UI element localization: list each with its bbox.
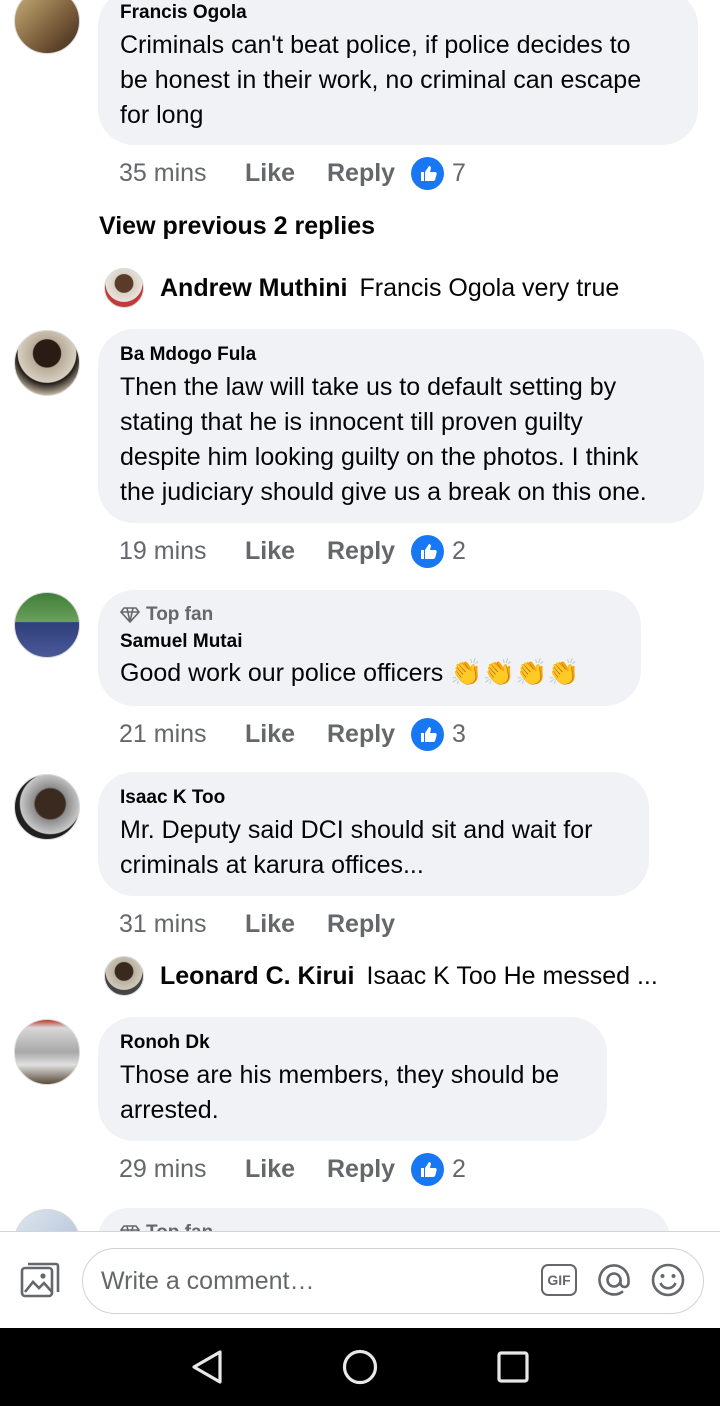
comment-text-line: Good work our police officers 👏👏👏👏	[120, 655, 619, 691]
thumbs-up-icon[interactable]	[411, 717, 444, 751]
back-icon[interactable]	[190, 1349, 224, 1390]
comment-bubble: Isaac K Too Mr. Deputy said DCI should s…	[98, 772, 649, 896]
comment-text: Good work our police officers	[120, 659, 444, 687]
comment-author[interactable]: Isaac K Too	[120, 787, 627, 809]
avatar[interactable]	[14, 592, 80, 658]
reply-button[interactable]: Reply	[327, 159, 411, 188]
reply-button[interactable]: Reply	[327, 537, 411, 566]
avatar[interactable]	[14, 774, 80, 840]
comment-text: Those are his members, they should be	[120, 1061, 560, 1089]
avatar[interactable]	[14, 1019, 80, 1085]
like-button[interactable]: Like	[245, 910, 327, 939]
diamond-icon	[120, 607, 140, 623]
like-button[interactable]: Like	[245, 159, 327, 188]
top-fan-label: Top fan	[146, 604, 214, 625]
reply-preview[interactable]: Leonard C. Kirui Isaac K Too He messed .…	[104, 956, 658, 996]
reaction-count[interactable]: 7	[452, 159, 466, 188]
reply-button[interactable]: Reply	[327, 1155, 411, 1184]
top-fan-badge: Top fan	[120, 604, 619, 626]
home-icon[interactable]	[342, 1349, 378, 1390]
comment-time: 29 mins	[119, 1154, 207, 1183]
system-navigation-bar	[0, 1328, 720, 1406]
view-previous-replies-link[interactable]: View previous 2 replies	[99, 212, 375, 241]
comment-text: Mr. Deputy said DCI should sit and wait …	[120, 816, 593, 844]
comment-text: the judiciary should give us a break on …	[120, 478, 647, 506]
comment-bubble: Ba Mdogo Fula Then the law will take us …	[98, 329, 704, 523]
recents-icon[interactable]	[496, 1350, 530, 1389]
comment-author[interactable]: Francis Ogola	[120, 2, 676, 24]
avatar[interactable]	[14, 330, 80, 396]
thumbs-up-icon[interactable]	[411, 534, 444, 568]
comment-bubble: Ronoh Dk Those are his members, they sho…	[98, 1017, 607, 1141]
avatar[interactable]	[104, 268, 144, 308]
gif-label: GIF	[547, 1272, 571, 1288]
comment-time: 19 mins	[119, 536, 207, 565]
comment-bubble: Top fan Samuel Mutai Good work our polic…	[98, 590, 641, 706]
comment-actions: 31 mins Like Reply	[119, 906, 411, 942]
reply-preview[interactable]: Andrew Muthini Francis Ogola very true	[104, 268, 619, 308]
comment-text: Then the law will take us to default set…	[120, 373, 617, 401]
comment-actions: 35 mins Like Reply 7	[119, 155, 466, 191]
reply-button[interactable]: Reply	[327, 720, 411, 749]
reaction-count[interactable]: 2	[452, 1155, 466, 1184]
avatar[interactable]	[14, 0, 80, 54]
comment-bubble: Francis Ogola Criminals can't beat polic…	[98, 0, 698, 145]
photo-icon[interactable]	[20, 1262, 60, 1305]
comment-composer-bar: Write a comment… GIF	[0, 1231, 720, 1329]
thumbs-up-icon[interactable]	[411, 1152, 444, 1186]
reaction-count[interactable]: 3	[452, 720, 466, 749]
comment-text: for long	[120, 101, 204, 129]
comment-author[interactable]: Samuel Mutai	[120, 631, 619, 653]
comment-text: criminals at karura offices...	[120, 851, 424, 879]
like-button[interactable]: Like	[245, 720, 327, 749]
reply-author[interactable]: Leonard C. Kirui	[160, 962, 354, 991]
reply-text: Isaac K Too He messed ...	[366, 961, 658, 990]
emoji-icon[interactable]	[650, 1262, 686, 1303]
comment-time: 35 mins	[119, 158, 207, 187]
comment-author[interactable]: Ronoh Dk	[120, 1032, 585, 1054]
reply-text: Francis Ogola very true	[359, 273, 620, 302]
comment-text: despite him looking guilty on the photos…	[120, 443, 639, 471]
comment-time: 31 mins	[119, 909, 207, 938]
reply-button[interactable]: Reply	[327, 910, 411, 939]
comment-author[interactable]: Ba Mdogo Fula	[120, 344, 682, 366]
comment-actions: 19 mins Like Reply 2	[119, 533, 466, 569]
comment-input-placeholder: Write a comment…	[101, 1266, 315, 1295]
comment-text: be honest in their work, no criminal can…	[120, 66, 642, 94]
clapping-hands-emoji: 👏👏👏👏	[450, 657, 580, 687]
gif-icon[interactable]: GIF	[541, 1264, 577, 1296]
comment-text: Criminals can't beat police, if police d…	[120, 31, 631, 59]
comment-text: arrested.	[120, 1096, 219, 1124]
avatar[interactable]	[104, 956, 144, 996]
comment-text: stating that he is innocent till proven …	[120, 408, 583, 436]
like-button[interactable]: Like	[245, 1155, 327, 1184]
reply-author[interactable]: Andrew Muthini	[160, 274, 347, 303]
thumbs-up-icon[interactable]	[411, 156, 444, 190]
mention-icon[interactable]	[596, 1262, 632, 1303]
comment-actions: 29 mins Like Reply 2	[119, 1151, 466, 1187]
like-button[interactable]: Like	[245, 537, 327, 566]
reaction-count[interactable]: 2	[452, 537, 466, 566]
comment-actions: 21 mins Like Reply 3	[119, 716, 466, 752]
comment-time: 21 mins	[119, 719, 207, 748]
